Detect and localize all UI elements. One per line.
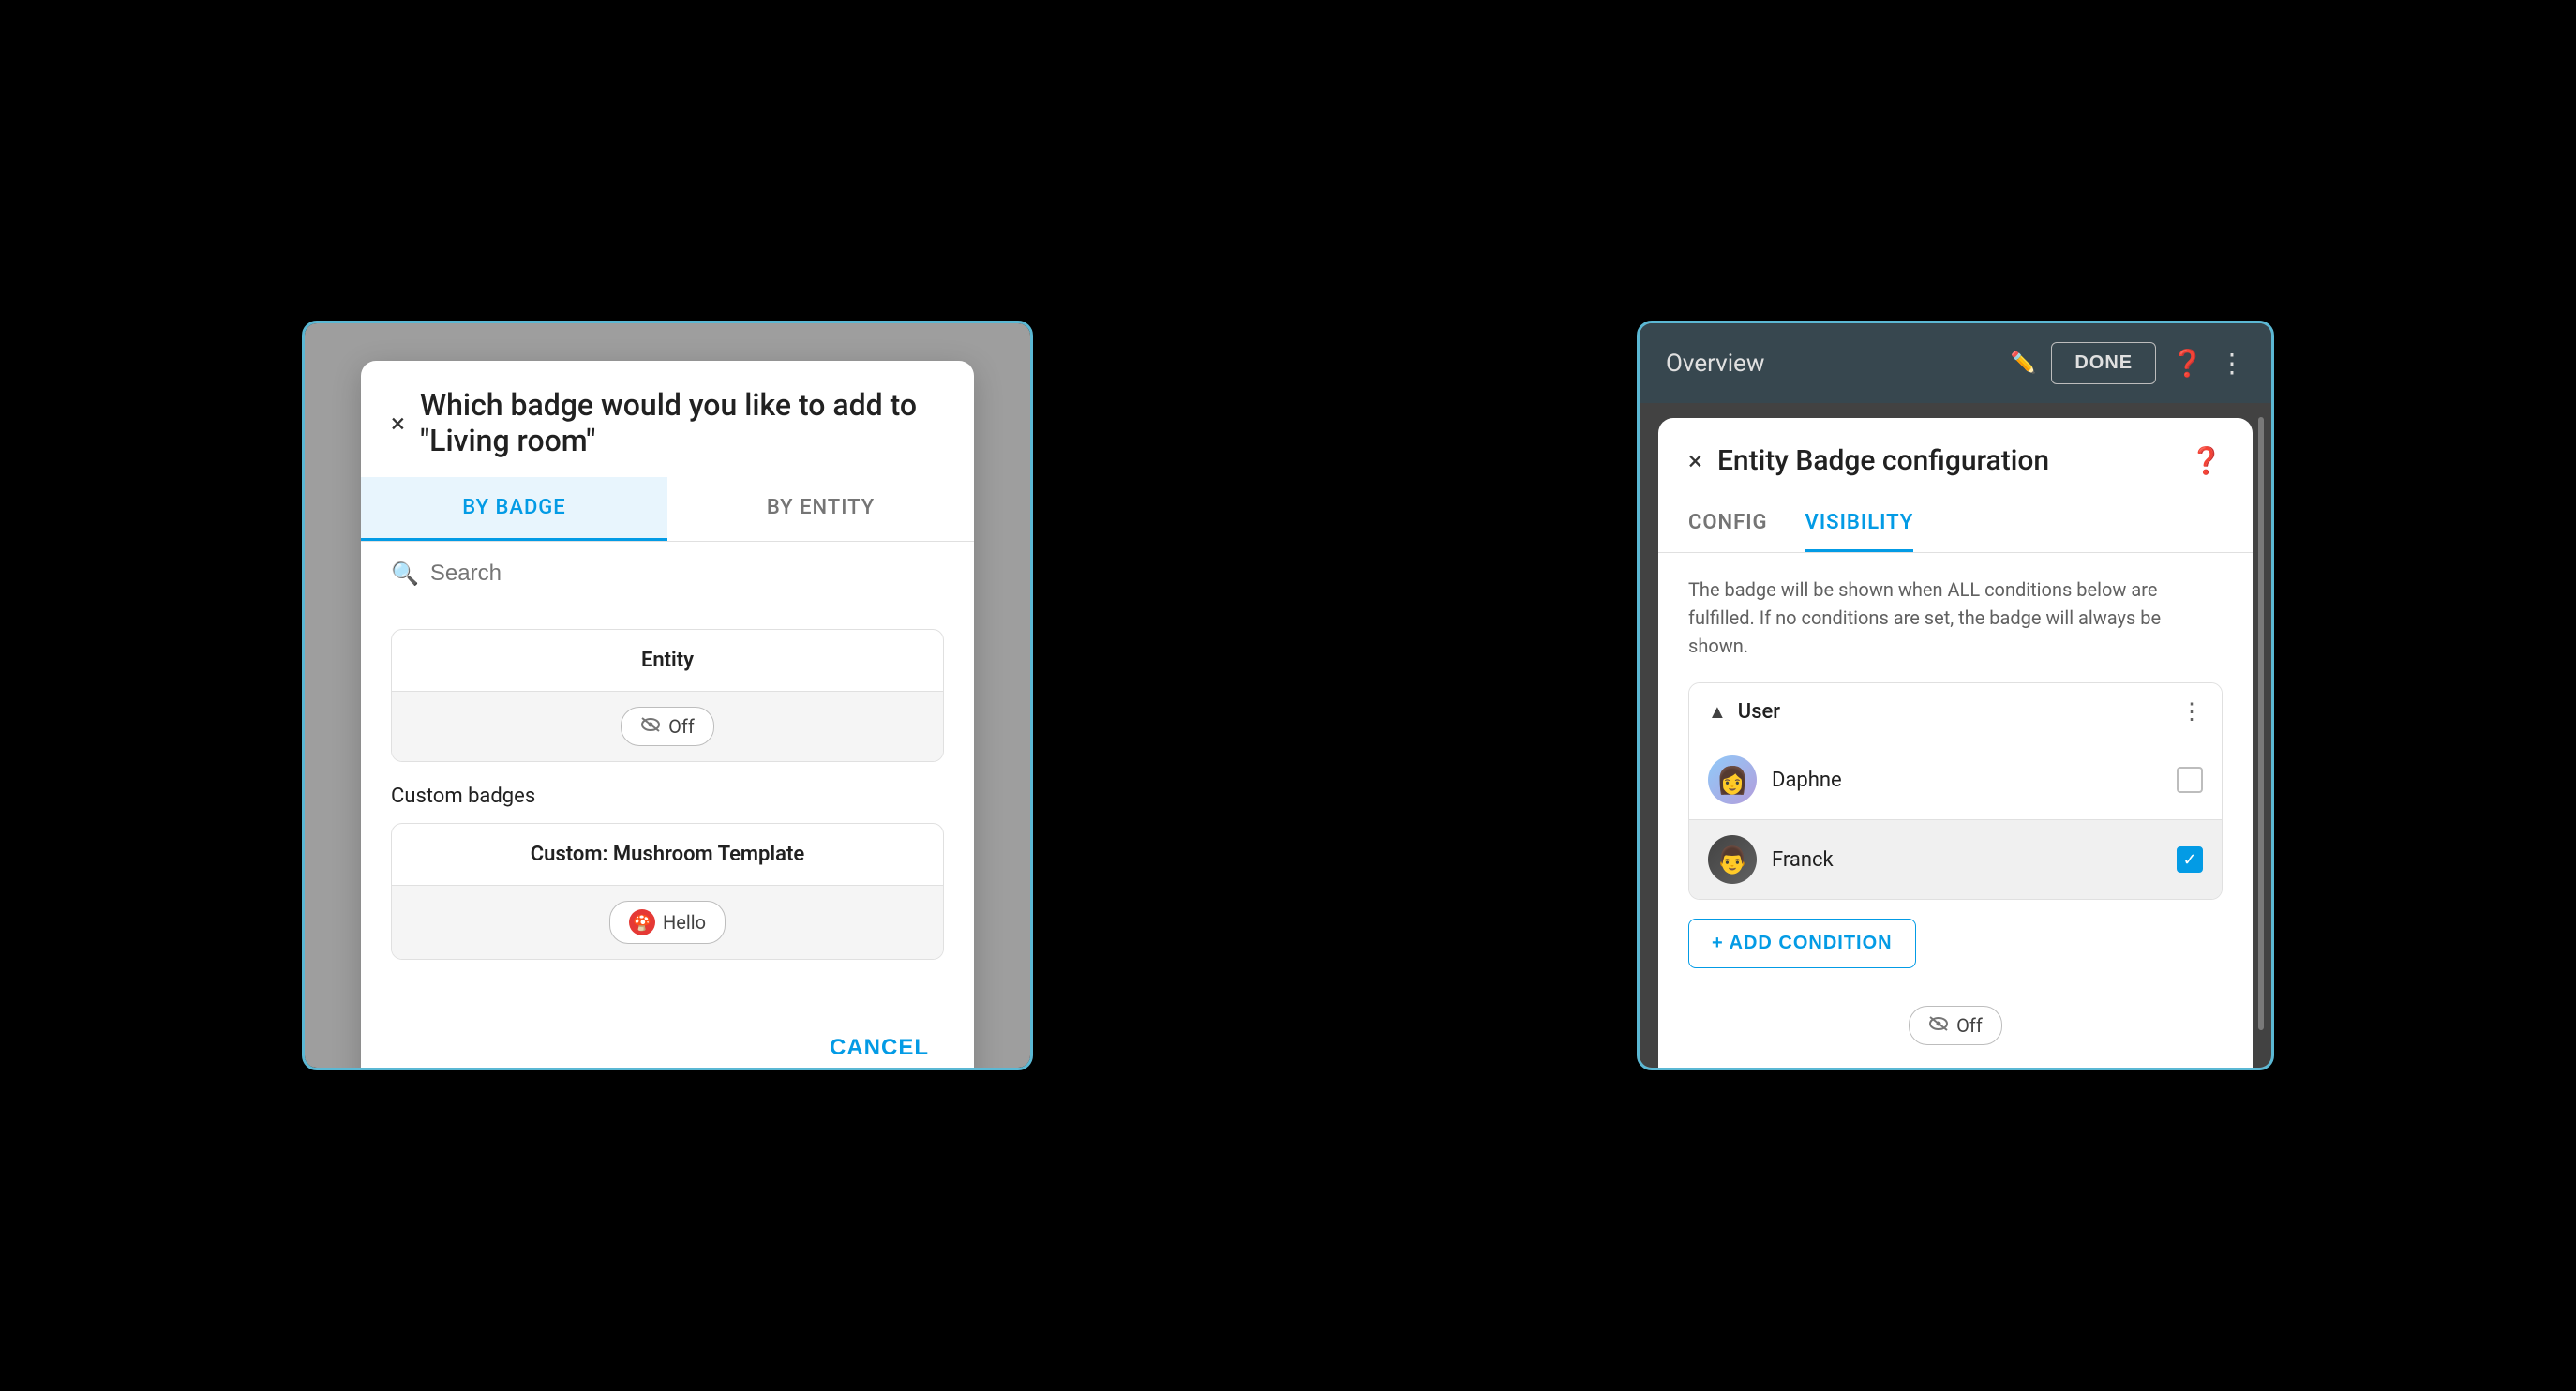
condition-more-icon[interactable]: ⋮ [2180, 698, 2203, 725]
entity-badge-card: Entity Off [391, 629, 944, 762]
off-toggle-pill[interactable]: Off [1909, 1006, 2002, 1045]
tab-by-entity[interactable]: BY ENTITY [667, 477, 974, 541]
off-badge-pill[interactable]: Off [621, 707, 714, 746]
mushroom-badge-body: 🍄 Hello [392, 886, 943, 959]
close-icon[interactable]: × [391, 408, 405, 439]
left-dialog-header: × Which badge would you like to add to "… [361, 361, 974, 477]
search-icon: 🔍 [391, 561, 419, 587]
cancel-button[interactable]: CANCEL [815, 1024, 944, 1070]
checkbox-franck[interactable]: ✓ [2177, 846, 2203, 873]
hello-badge-label: Hello [663, 911, 706, 934]
mushroom-badge-header: Custom: Mushroom Template [392, 824, 943, 886]
chevron-icon[interactable]: ▲ [1708, 700, 1727, 724]
done-button[interactable]: DONE [2051, 342, 2156, 384]
visibility-description: The badge will be shown when ALL conditi… [1688, 576, 2223, 660]
entity-badge-body: Off [392, 692, 943, 761]
search-bar: 🔍 [361, 542, 974, 606]
right-dialog-title: Entity Badge configuration [1717, 444, 2175, 477]
visibility-content: The badge will be shown when ALL conditi… [1658, 553, 2253, 1070]
avatar-daphne: 👩 [1708, 755, 1757, 804]
more-icon[interactable]: ⋮ [2219, 348, 2245, 379]
right-panel-bg: Overview ✏️ DONE ❓ ⋮ × Entity Badge conf… [1640, 323, 2271, 1068]
left-dialog: × Which badge would you like to add to "… [361, 361, 974, 1070]
top-bar: Overview ✏️ DONE ❓ ⋮ [1640, 323, 2271, 403]
tab-config[interactable]: CONFIG [1688, 496, 1768, 552]
top-bar-title: Overview [1666, 350, 1996, 378]
off-toggle-area: Off [1688, 991, 2223, 1060]
right-dialog-header: × Entity Badge configuration ❓ [1658, 418, 2253, 496]
search-input[interactable] [430, 561, 944, 587]
tab-by-badge[interactable]: BY BADGE [361, 477, 667, 541]
right-close-icon[interactable]: × [1688, 445, 1702, 476]
right-dialog: × Entity Badge configuration ❓ CONFIG VI… [1658, 418, 2253, 1070]
condition-card: ▲ User ⋮ 👩 Daphne [1688, 682, 2223, 900]
left-dialog-title: Which badge would you like to add to "Li… [420, 387, 944, 458]
off-eye-icon [1928, 1015, 1949, 1037]
custom-section-label: Custom badges [391, 785, 944, 808]
help-circle-icon[interactable]: ❓ [2190, 445, 2223, 476]
left-dialog-footer: CANCEL [361, 1005, 974, 1070]
off-badge-label: Off [668, 715, 695, 738]
user-name-franck: Franck [1772, 848, 2162, 872]
config-tabs: CONFIG VISIBILITY [1658, 496, 2253, 553]
condition-header: ▲ User ⋮ [1689, 683, 2222, 740]
checkbox-daphne[interactable] [2177, 767, 2203, 793]
left-panel-wrapper: × Which badge would you like to add to "… [302, 321, 1033, 1070]
left-tabs: BY BADGE BY ENTITY [361, 477, 974, 542]
badge-list: Entity Off [361, 606, 974, 1005]
mushroom-icon: 🍄 [629, 909, 655, 935]
eye-off-icon [640, 716, 661, 738]
avatar-daphne-face: 👩 [1716, 765, 1749, 796]
condition-title: User [1738, 700, 2169, 724]
scrollbar[interactable] [2258, 417, 2264, 1030]
pencil-icon[interactable]: ✏️ [2011, 351, 2036, 375]
user-row-franck[interactable]: 👨 Franck ✓ [1689, 819, 2222, 899]
help-icon-topbar[interactable]: ❓ [2171, 348, 2204, 379]
avatar-franck-face: 👨 [1716, 845, 1749, 875]
hello-badge-pill[interactable]: 🍄 Hello [609, 901, 726, 944]
right-panel-wrapper: Overview ✏️ DONE ❓ ⋮ × Entity Badge conf… [1637, 321, 2274, 1070]
off-toggle-label: Off [1956, 1014, 1983, 1037]
tab-visibility[interactable]: VISIBILITY [1805, 496, 1914, 552]
user-row-daphne[interactable]: 👩 Daphne [1689, 740, 2222, 819]
entity-badge-header: Entity [392, 630, 943, 692]
mushroom-badge-card: Custom: Mushroom Template 🍄 Hello [391, 823, 944, 960]
avatar-franck: 👨 [1708, 835, 1757, 884]
user-name-daphne: Daphne [1772, 769, 2162, 792]
add-condition-button[interactable]: + ADD CONDITION [1688, 919, 1916, 968]
